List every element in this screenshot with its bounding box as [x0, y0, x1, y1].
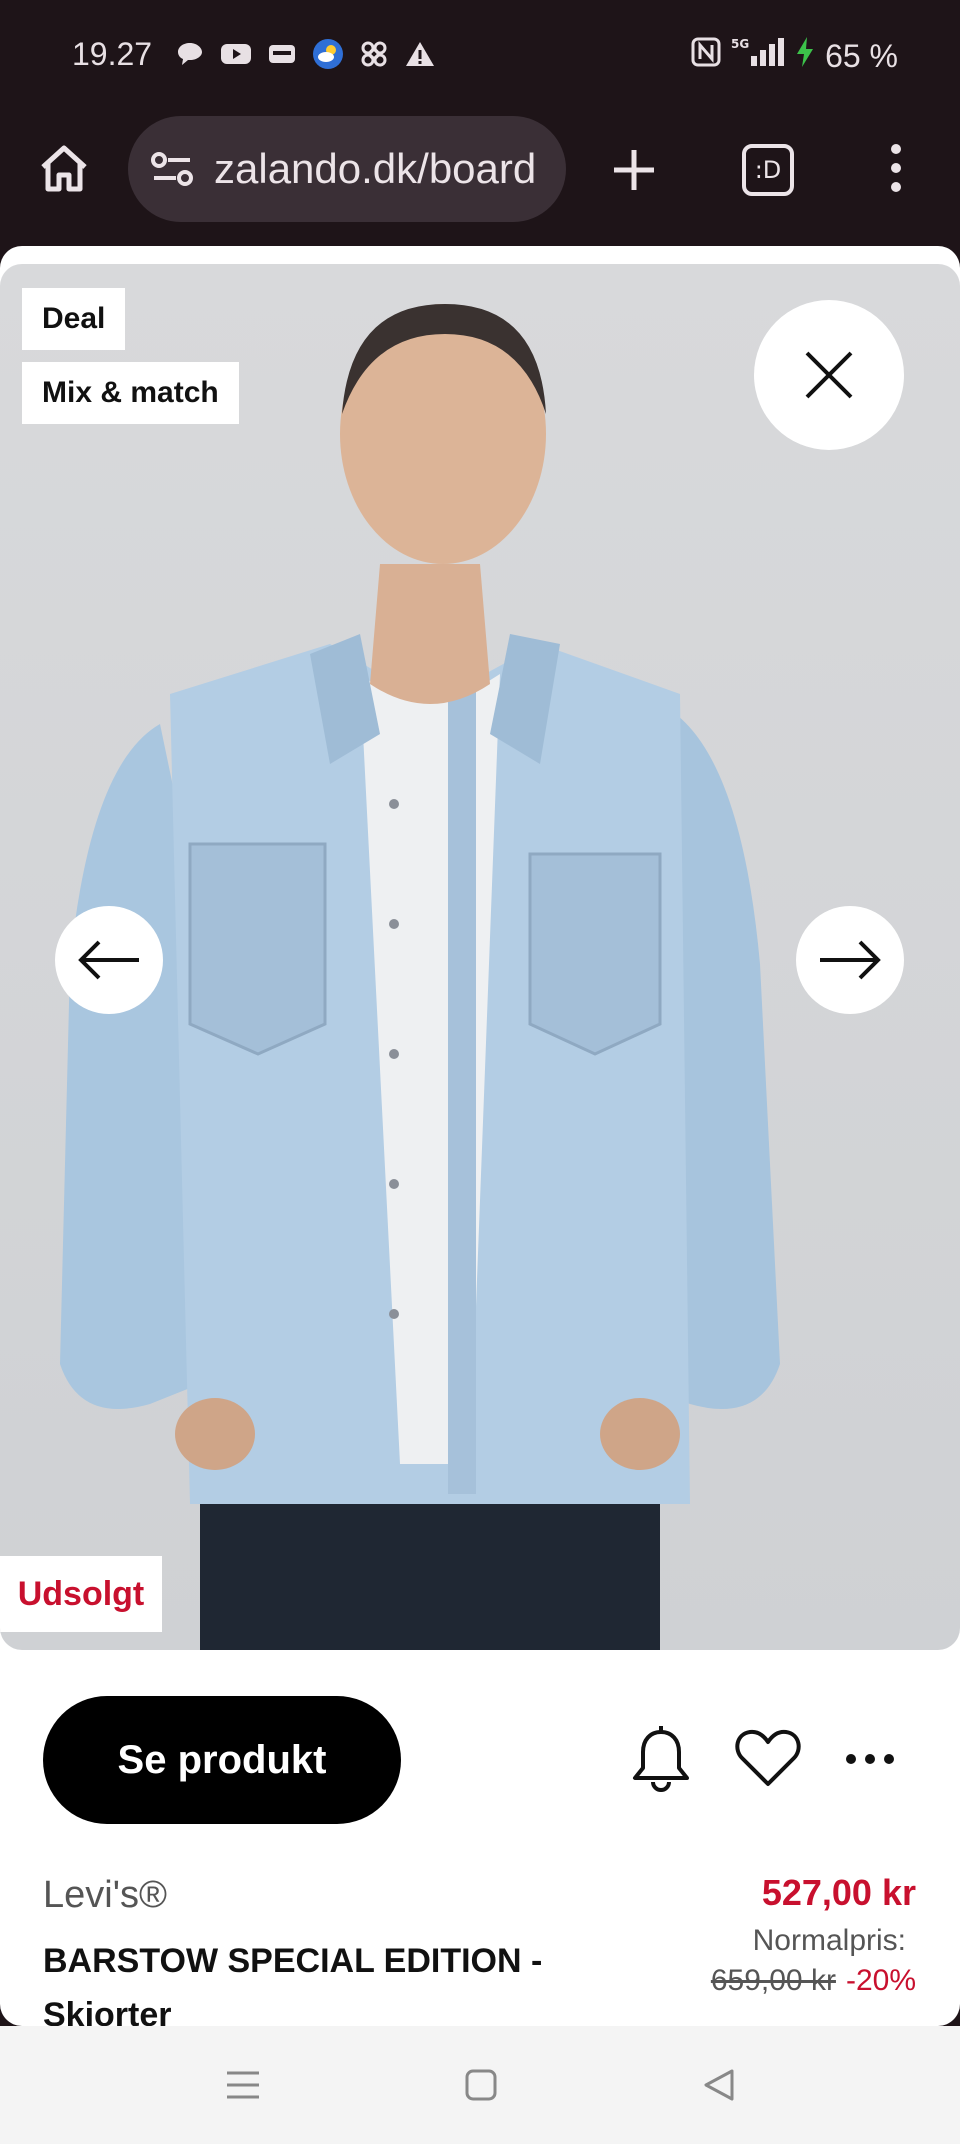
recent-apps-button[interactable]	[222, 2064, 264, 2106]
brand-name: Levi's®	[43, 1874, 167, 1916]
old-price-row: 659,00 kr -20%	[711, 1964, 916, 1998]
home-icon	[41, 145, 87, 192]
home-nav-button[interactable]	[460, 2064, 502, 2106]
menu-dot	[891, 182, 901, 192]
status-time: 19.27	[72, 36, 153, 72]
url-text: zalando.dk/board	[214, 145, 537, 192]
nfc-icon	[691, 37, 721, 75]
more-dot	[884, 1754, 894, 1764]
deal-badge: Deal	[22, 288, 126, 350]
new-tab-button[interactable]	[604, 140, 664, 200]
signal-icon: 5G	[731, 36, 785, 76]
square-icon	[465, 2069, 497, 2101]
back-nav-button[interactable]	[698, 2064, 740, 2106]
status-right: 5G 65 %	[691, 36, 898, 76]
warning-icon	[404, 38, 436, 70]
home-button[interactable]	[34, 138, 94, 198]
battery-level: 65 %	[825, 37, 898, 74]
see-product-button[interactable]: Se produkt	[43, 1696, 401, 1824]
old-price: 659,00 kr	[710, 1964, 836, 1997]
menu-dot	[891, 163, 901, 173]
browser-menu-button[interactable]	[876, 138, 916, 198]
status-bar: 19.27 5G 65 %	[0, 0, 960, 110]
previous-image-button[interactable]	[55, 906, 163, 1014]
url-bar[interactable]: zalando.dk/board	[128, 116, 566, 222]
youtube-icon	[220, 38, 252, 70]
current-price: 527,00 kr	[761, 1872, 916, 1913]
more-options-button[interactable]	[846, 1754, 894, 1766]
plus-icon	[614, 150, 654, 190]
close-icon	[805, 351, 853, 399]
browser-toolbar: zalando.dk/board :D	[0, 110, 960, 246]
site-settings-icon[interactable]	[150, 149, 194, 189]
product-name: BARSTOW SPECIAL EDITION - Skjorter	[43, 1942, 543, 2026]
menu-lines-icon	[227, 2071, 259, 2099]
tab-switcher-button[interactable]: :D	[742, 144, 794, 196]
charging-icon	[795, 36, 815, 76]
wallet-icon	[266, 38, 298, 70]
heart-icon[interactable]	[734, 1726, 802, 1790]
close-button[interactable]	[754, 300, 904, 450]
mix-match-badge: Mix & match	[22, 362, 239, 424]
bell-icon[interactable]	[630, 1726, 692, 1794]
weather-icon	[312, 38, 344, 70]
network-label: 5G	[731, 37, 749, 51]
notification-icons	[174, 38, 436, 70]
discount-badge: -20%	[845, 1964, 916, 1997]
menu-dot	[891, 144, 901, 154]
next-image-button[interactable]	[796, 906, 904, 1014]
normal-price-label: Normalpris:	[752, 1924, 906, 1957]
soldout-badge: Udsolgt	[0, 1556, 162, 1632]
back-triangle-icon	[704, 2069, 734, 2101]
page-content: Deal Mix & match Udsolgt Se produkt Levi…	[0, 246, 960, 2026]
arrow-right-icon	[820, 940, 881, 980]
chat-icon	[174, 38, 206, 70]
arrow-left-icon	[78, 940, 139, 980]
product-image[interactable]: Deal Mix & match Udsolgt	[0, 264, 960, 1650]
more-dot	[865, 1754, 875, 1764]
more-dot	[846, 1754, 856, 1764]
system-nav-bar	[0, 2026, 960, 2144]
pinwheel-icon	[358, 38, 390, 70]
